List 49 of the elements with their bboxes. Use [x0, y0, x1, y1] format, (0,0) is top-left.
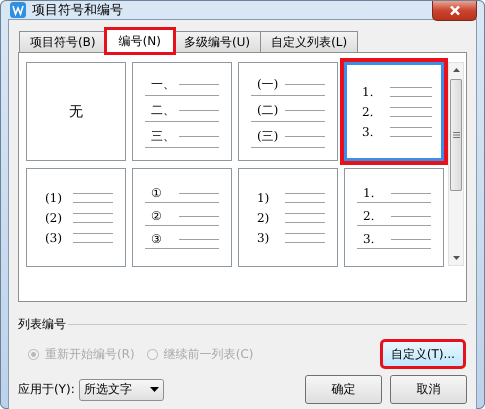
- scroll-down-icon[interactable]: [452, 256, 460, 260]
- number-label: 2.: [361, 104, 374, 118]
- number-label: 1.: [361, 84, 374, 98]
- tab[interactable]: 项目符号(B): [19, 31, 107, 52]
- dialog-button[interactable]: 取消: [390, 375, 467, 404]
- number-label: (1): [44, 190, 63, 204]
- app-icon: [10, 2, 26, 18]
- number-label: 3.: [362, 232, 376, 246]
- numbering-style-option[interactable]: ① ② ③: [132, 168, 232, 267]
- number-label: (一): [256, 76, 280, 92]
- radio-label: 重新开始编号(R): [45, 346, 135, 362]
- caret-icon: [150, 387, 159, 392]
- number-label: ③: [150, 232, 163, 246]
- scrollbar[interactable]: [448, 62, 464, 266]
- number-label: ①: [150, 186, 163, 200]
- tab[interactable]: 编号(N): [106, 29, 174, 53]
- close-icon: [448, 5, 460, 16]
- scroll-up-icon[interactable]: [452, 68, 460, 72]
- number-label: 二、: [150, 102, 175, 118]
- number-label: (3): [44, 230, 63, 244]
- window-title: 项目符号和编号: [32, 2, 123, 19]
- dialog-button[interactable]: 确定: [305, 375, 382, 404]
- number-label: 1): [256, 190, 270, 204]
- number-label: (二): [256, 102, 280, 118]
- radio-label: 继续前一列表(C): [164, 346, 254, 362]
- number-label: 2): [256, 210, 270, 224]
- number-label: 一、: [150, 76, 175, 92]
- numbering-style-option[interactable]: (一) (二) (三): [238, 62, 338, 161]
- group-title: 列表编号: [18, 316, 66, 333]
- numbering-style-option[interactable]: 1) 2) 3): [238, 168, 338, 267]
- apply-to-dropdown[interactable]: 所选文字: [78, 378, 164, 400]
- number-label: 3.: [361, 124, 374, 138]
- number-label: (2): [44, 210, 63, 224]
- numbering-style-option[interactable]: 无: [26, 62, 126, 161]
- tab[interactable]: 自定义列表(L): [260, 31, 358, 52]
- customize-button[interactable]: 自定义(T)...: [382, 341, 464, 367]
- numbering-style-option[interactable]: (1) (2) (3): [26, 168, 126, 267]
- number-label: 三、: [150, 128, 175, 144]
- option-label: 无: [69, 102, 83, 120]
- number-label: (三): [256, 128, 280, 144]
- apply-to-label: 应用于(Y):: [18, 381, 75, 398]
- number-label: 3): [256, 230, 270, 244]
- grip-icon: [452, 132, 460, 138]
- numbering-style-option[interactable]: 一、 二、 三、: [132, 62, 232, 161]
- close-button[interactable]: [432, 1, 477, 21]
- number-label: 1.: [362, 186, 376, 200]
- numbering-style-option[interactable]: 1. 2. 3.: [344, 168, 444, 267]
- number-label: 2.: [362, 209, 376, 223]
- number-label: ②: [150, 209, 163, 223]
